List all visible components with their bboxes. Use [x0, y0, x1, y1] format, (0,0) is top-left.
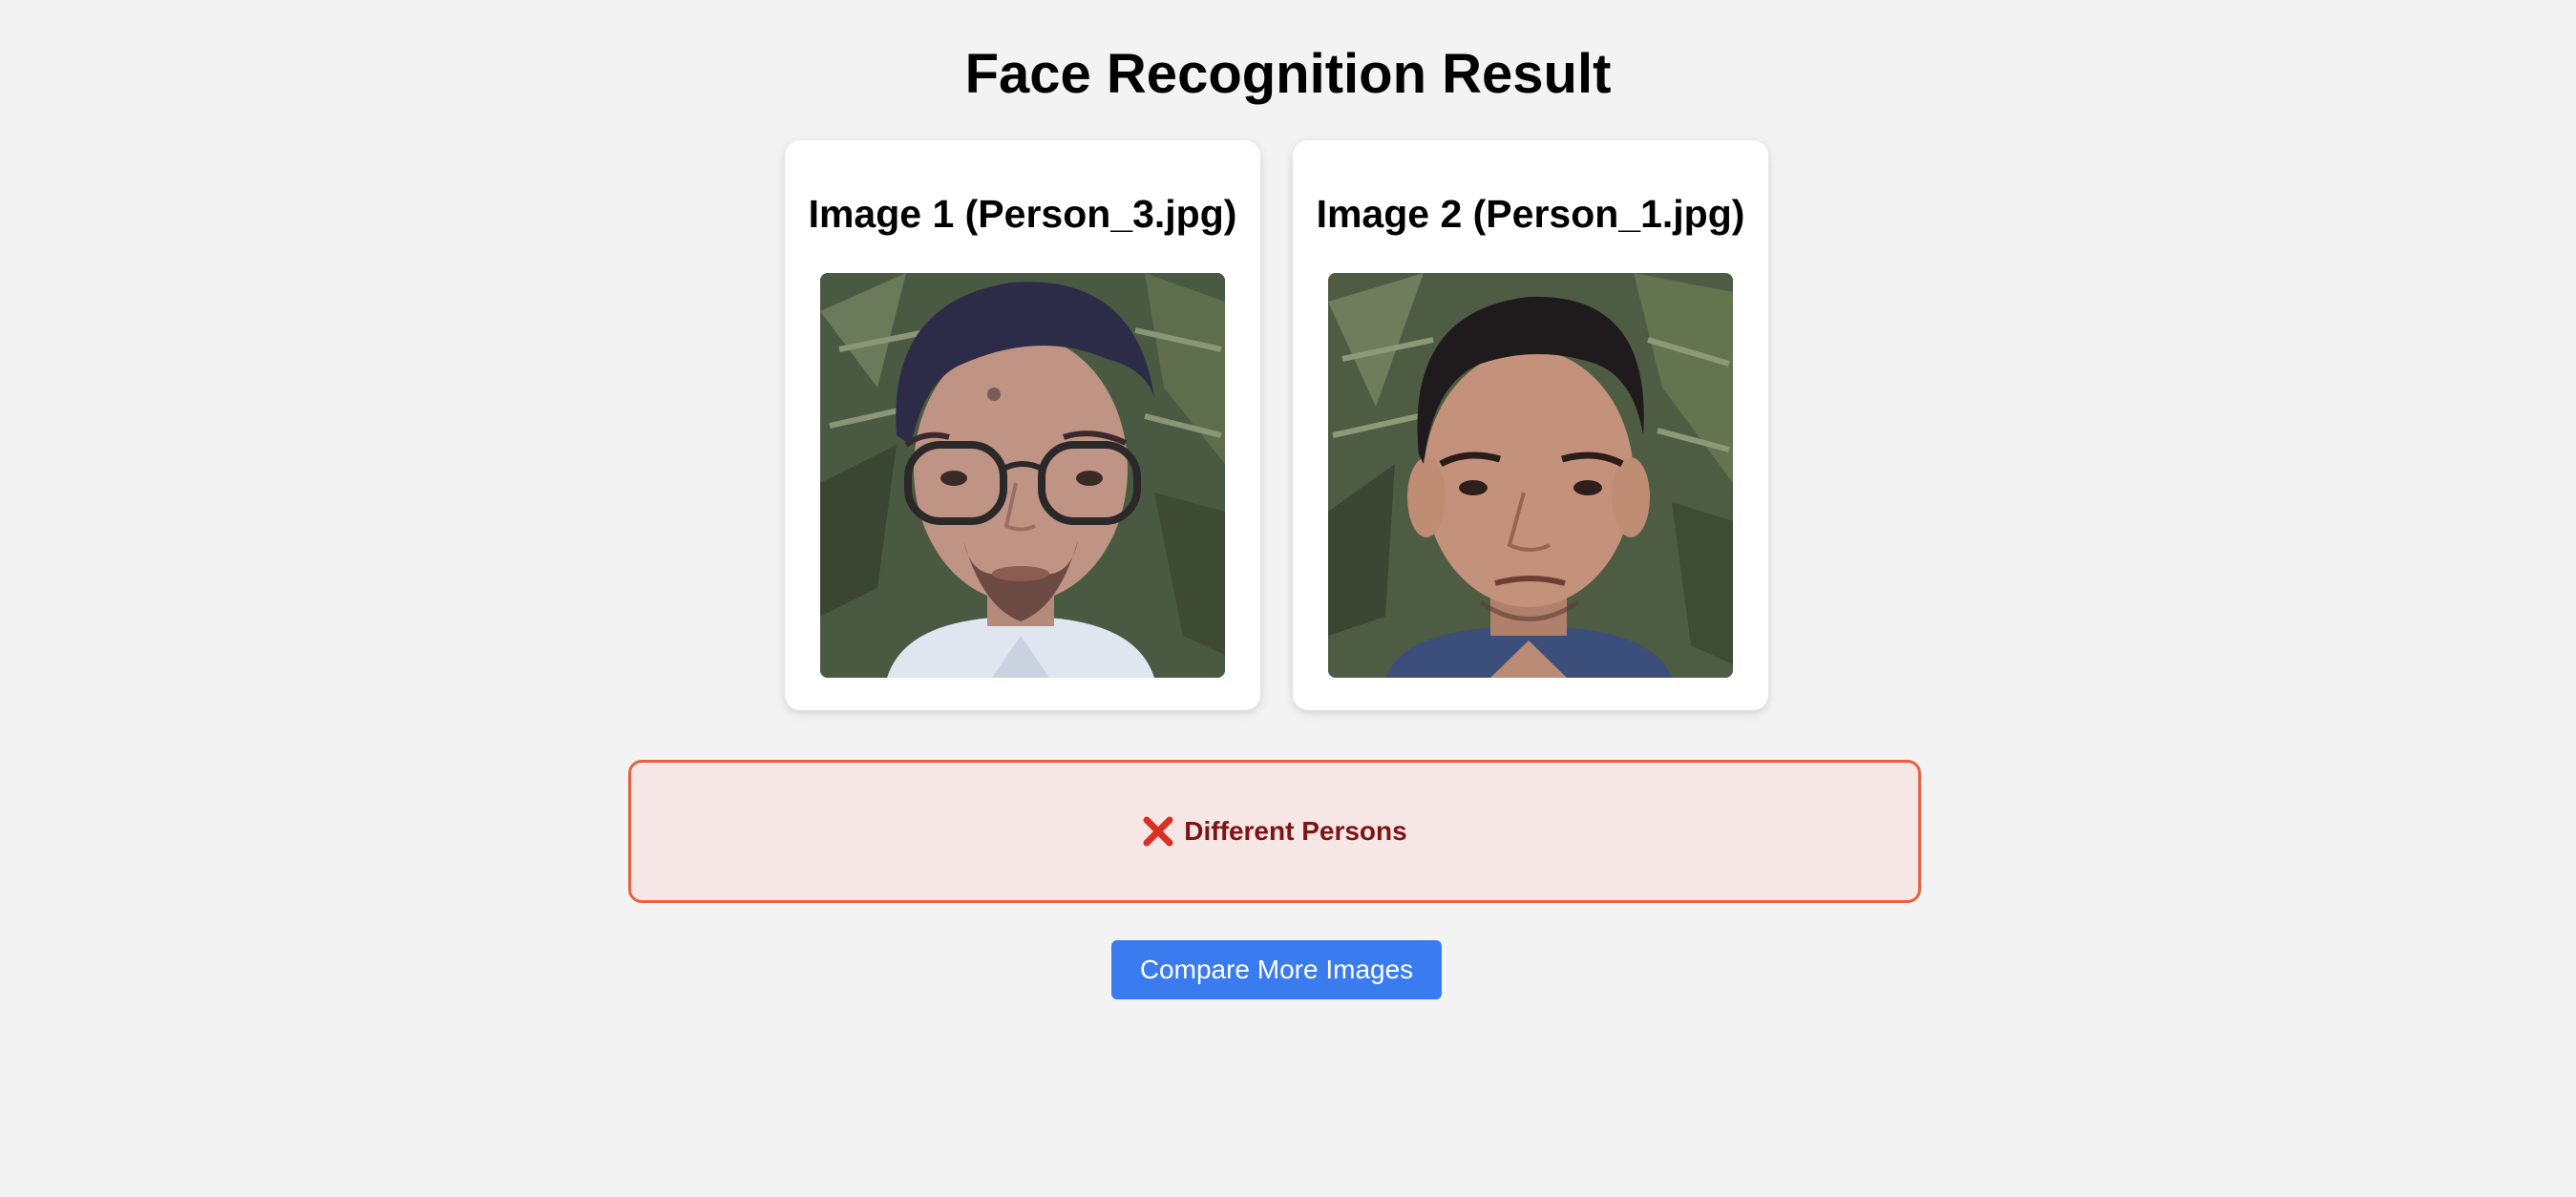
face-photo-1	[820, 273, 1225, 678]
result-banner: Different Persons	[628, 760, 1921, 903]
face-photo-2	[1328, 273, 1733, 678]
cross-mark-icon	[1142, 815, 1174, 848]
image-card-title: Image 2 (Person_1.jpg)	[1316, 192, 1745, 236]
page-title: Face Recognition Result	[964, 43, 1612, 105]
image-card-title: Image 1 (Person_3.jpg)	[808, 192, 1237, 236]
result-text: Different Persons	[1184, 816, 1407, 846]
image-card-1: Image 1 (Person_3.jpg)	[785, 140, 1260, 710]
image-card-2: Image 2 (Person_1.jpg)	[1293, 140, 1768, 710]
compare-more-images-button[interactable]: Compare More Images	[1111, 940, 1442, 999]
